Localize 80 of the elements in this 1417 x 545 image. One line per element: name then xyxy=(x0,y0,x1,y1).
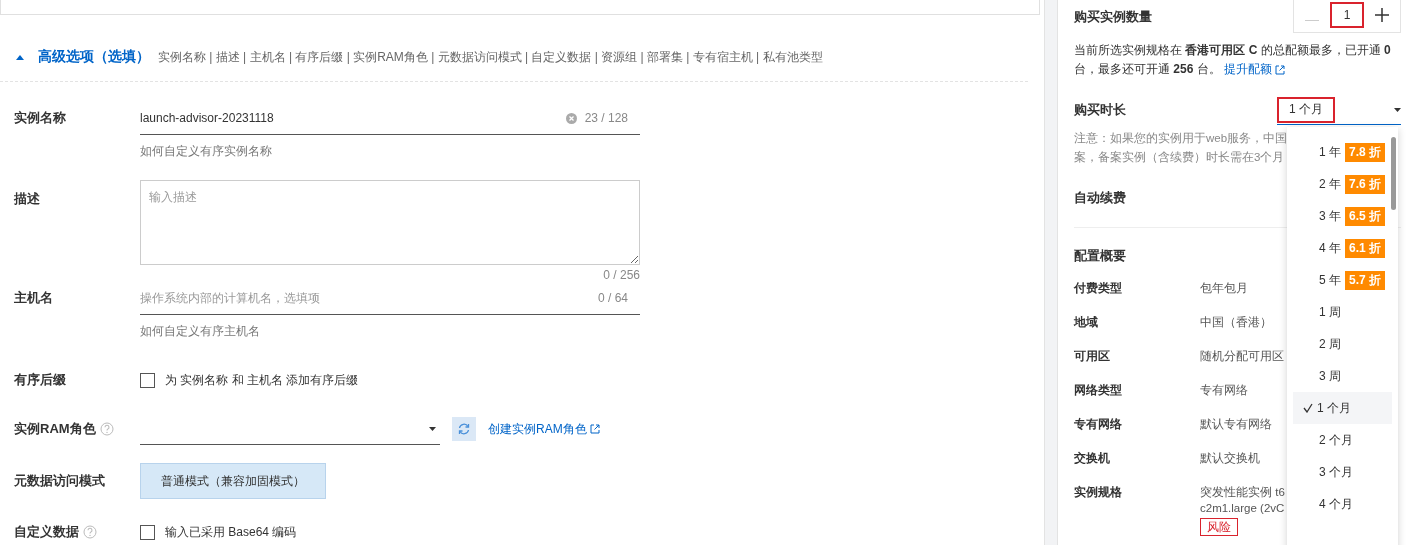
summary-value: c2m1.large (2vC xyxy=(1200,501,1285,516)
discount-badge: 7.8 折 xyxy=(1345,142,1386,162)
section-title[interactable]: 高级选项（选填） xyxy=(38,48,150,66)
summary-label: 网络类型 xyxy=(1074,382,1123,399)
section-summary: 实例名称 | 描述 | 主机名 | 有序后缀 | 实例RAM角色 | 元数据访问模式 | 自定义数据 | 资源组 | 部署集 | 专有宿主机 | 私有池类型 xyxy=(158,48,823,66)
field-label: 主机名 xyxy=(14,289,53,307)
summary-value: 默认专有网络 xyxy=(1200,417,1272,432)
dropdown-option[interactable]: 1 个月 xyxy=(1293,392,1392,424)
discount-badge: 6.5 折 xyxy=(1345,206,1386,226)
summary-label: 实例规格 xyxy=(1074,484,1123,501)
auto-renew-label: 自动续费 xyxy=(1074,189,1126,207)
dropdown-option[interactable]: 2 个月 xyxy=(1293,424,1392,456)
dropdown-option[interactable]: 5 年 5.7 折 xyxy=(1293,264,1392,296)
checkbox[interactable] xyxy=(140,372,155,388)
summary-label: 地域 xyxy=(1074,314,1099,331)
hint-text: 如何自定义有序主机名 xyxy=(140,322,260,340)
quota-note: 当前所选实例规格在 香港可用区 C 的总配额最多，已开通 0 台，最多还可开通 256 台。 提升配额 xyxy=(1074,41,1401,79)
field-label: 实例RAM角色 xyxy=(14,420,96,438)
scrollbar[interactable] xyxy=(1391,137,1396,210)
mode-option[interactable]: 普通模式（兼容加固模式） xyxy=(140,463,326,499)
summary-label: 交换机 xyxy=(1074,450,1111,467)
summary-value: 专有网络 xyxy=(1200,383,1248,398)
check-icon xyxy=(1303,403,1313,413)
dropdown-option[interactable]: 4 年 6.1 折 xyxy=(1293,232,1392,264)
external-link-icon xyxy=(589,424,600,434)
text-field[interactable]: 操作系统内部的计算机名，选填项 0 / 64 xyxy=(140,282,640,315)
plus-icon xyxy=(1375,7,1389,22)
risk-tag: 风险 xyxy=(1200,518,1238,536)
notice-text: 注意：如果您的实例用于web服务，中国 xyxy=(1074,131,1288,146)
field-label: 自定义数据 xyxy=(14,523,79,541)
help-icon xyxy=(83,525,97,539)
quantity-stepper[interactable]: 1 xyxy=(1293,0,1401,33)
quantity-value[interactable]: 1 xyxy=(1330,2,1364,28)
duration-select[interactable]: 1 个月 xyxy=(1277,95,1401,125)
discount-badge: 6.1 折 xyxy=(1345,238,1386,258)
text-field[interactable]: launch-advisor-20231118 23 / 128 xyxy=(140,102,640,135)
dropdown-option[interactable]: 4 个月 xyxy=(1293,488,1392,520)
caret-icon xyxy=(429,426,436,431)
caret-icon xyxy=(1394,107,1401,112)
help-icon xyxy=(99,422,114,436)
create-role-link[interactable]: 创建实例RAM角色 xyxy=(488,420,600,438)
external-link-icon xyxy=(1275,64,1286,75)
summary-title: 配置概要 xyxy=(1074,247,1126,265)
quota-link[interactable]: 提升配额 xyxy=(1224,60,1286,79)
summary-label: 付费类型 xyxy=(1074,280,1123,297)
field-label: 元数据访问模式 xyxy=(14,472,105,490)
dropdown-option[interactable]: 3 个月 xyxy=(1293,456,1392,488)
field-label: 有序后缀 xyxy=(14,371,66,389)
dropdown-option[interactable]: 2 周 xyxy=(1293,328,1392,360)
character-counter: 23 / 128 xyxy=(584,111,628,125)
summary-value: 突发性能实例 t6 xyxy=(1200,485,1285,500)
caret-icon[interactable] xyxy=(16,54,24,60)
discount-badge: 5.7 折 xyxy=(1345,270,1386,290)
summary-value: 默认交换机 xyxy=(1200,451,1260,466)
summary-value: 包年包月 xyxy=(1200,281,1248,296)
hint-text: 如何自定义有序实例名称 xyxy=(140,142,272,160)
refresh-button[interactable] xyxy=(452,417,476,441)
checkbox-label[interactable]: 输入已采用 Base64 编码 xyxy=(165,523,297,541)
discount-badge: 7.6 折 xyxy=(1345,174,1386,194)
dropdown-option[interactable]: 3 周 xyxy=(1293,360,1392,392)
summary-value: 中国（香港） xyxy=(1200,315,1272,330)
character-counter: 0 / 64 xyxy=(597,291,628,305)
summary-label: 专有网络 xyxy=(1074,416,1123,433)
field-label: 描述 xyxy=(14,190,40,208)
dropdown-option[interactable]: 3 年 6.5 折 xyxy=(1293,200,1392,232)
dropdown-option[interactable]: 1 年 7.8 折 xyxy=(1293,136,1392,168)
notice-text: 案，备案实例（含续费）时长需在3个月 xyxy=(1074,150,1285,165)
duration-label: 购买时长 xyxy=(1074,101,1126,119)
summary-label: 可用区 xyxy=(1074,348,1111,365)
checkbox-label[interactable]: 为 实例名称 和 主机名 添加有序后缀 xyxy=(165,371,359,389)
minus-icon xyxy=(1305,19,1319,22)
description-field[interactable]: 输入描述 xyxy=(140,180,640,265)
summary-value: 随机分配可用区 xyxy=(1200,349,1284,364)
checkbox[interactable] xyxy=(140,524,155,540)
character-counter: 0 / 256 xyxy=(603,268,640,282)
refresh-icon xyxy=(457,422,471,436)
quantity-label: 购买实例数量 xyxy=(1074,8,1152,26)
field-label: 实例名称 xyxy=(14,109,66,127)
dropdown-option[interactable]: 1 周 xyxy=(1293,296,1392,328)
dropdown-option[interactable]: 2 年 7.6 折 xyxy=(1293,168,1392,200)
